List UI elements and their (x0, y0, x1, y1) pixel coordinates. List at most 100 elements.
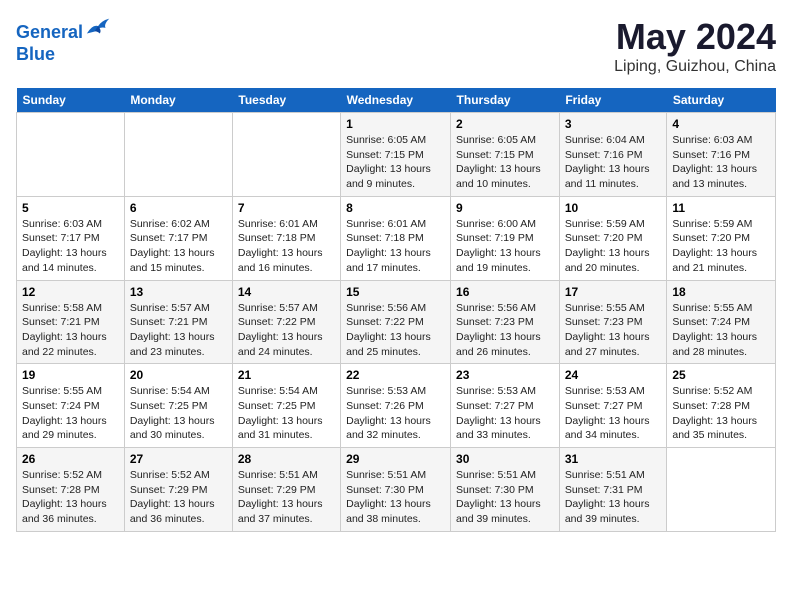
calendar-cell: 6 Sunrise: 6:02 AM Sunset: 7:17 PM Daylig… (124, 196, 232, 280)
day-info: Sunrise: 5:52 AM Sunset: 7:28 PM Dayligh… (22, 468, 119, 527)
day-info: Sunrise: 5:52 AM Sunset: 7:28 PM Dayligh… (672, 384, 770, 443)
week-row-3: 12 Sunrise: 5:58 AM Sunset: 7:21 PM Dayli… (17, 280, 776, 364)
day-number: 4 (672, 117, 770, 131)
day-info: Sunrise: 5:54 AM Sunset: 7:25 PM Dayligh… (130, 384, 227, 443)
calendar-cell: 20 Sunrise: 5:54 AM Sunset: 7:25 PM Dayli… (124, 364, 232, 448)
calendar-cell: 8 Sunrise: 6:01 AM Sunset: 7:18 PM Daylig… (341, 196, 451, 280)
calendar-cell: 27 Sunrise: 5:52 AM Sunset: 7:29 PM Dayli… (124, 448, 232, 532)
day-number: 5 (22, 201, 119, 215)
day-header-sunday: Sunday (17, 88, 125, 113)
day-number: 26 (22, 452, 119, 466)
day-number: 16 (456, 285, 554, 299)
day-info: Sunrise: 5:53 AM Sunset: 7:27 PM Dayligh… (456, 384, 554, 443)
calendar-cell: 31Sunrise: 5:51 AM Sunset: 7:31 PM Dayli… (559, 448, 667, 532)
day-number: 9 (456, 201, 554, 215)
day-info: Sunrise: 5:56 AM Sunset: 7:23 PM Dayligh… (456, 301, 554, 360)
calendar-cell (17, 113, 125, 197)
calendar-cell: 25 Sunrise: 5:52 AM Sunset: 7:28 PM Dayli… (667, 364, 776, 448)
day-info: Sunrise: 5:55 AM Sunset: 7:24 PM Dayligh… (672, 301, 770, 360)
calendar-cell: 10Sunrise: 5:59 AM Sunset: 7:20 PM Dayli… (559, 196, 667, 280)
week-row-2: 5 Sunrise: 6:03 AM Sunset: 7:17 PM Daylig… (17, 196, 776, 280)
day-number: 31 (565, 452, 662, 466)
day-info: Sunrise: 5:51 AM Sunset: 7:30 PM Dayligh… (456, 468, 554, 527)
day-number: 8 (346, 201, 445, 215)
day-header-wednesday: Wednesday (341, 88, 451, 113)
day-header-monday: Monday (124, 88, 232, 113)
calendar-table: SundayMondayTuesdayWednesdayThursdayFrid… (16, 88, 776, 532)
day-number: 20 (130, 368, 227, 382)
day-info: Sunrise: 5:53 AM Sunset: 7:26 PM Dayligh… (346, 384, 445, 443)
day-number: 19 (22, 368, 119, 382)
calendar-cell: 13 Sunrise: 5:57 AM Sunset: 7:21 PM Dayli… (124, 280, 232, 364)
day-info: Sunrise: 5:51 AM Sunset: 7:29 PM Dayligh… (238, 468, 335, 527)
calendar-cell: 21Sunrise: 5:54 AM Sunset: 7:25 PM Dayli… (232, 364, 340, 448)
calendar-cell: 12 Sunrise: 5:58 AM Sunset: 7:21 PM Dayli… (17, 280, 125, 364)
day-number: 12 (22, 285, 119, 299)
day-info: Sunrise: 6:05 AM Sunset: 7:15 PM Dayligh… (346, 133, 445, 192)
day-info: Sunrise: 5:51 AM Sunset: 7:30 PM Dayligh… (346, 468, 445, 527)
calendar-cell: 26 Sunrise: 5:52 AM Sunset: 7:28 PM Dayli… (17, 448, 125, 532)
logo: General Blue (16, 16, 113, 65)
day-number: 21 (238, 368, 335, 382)
main-title: May 2024 (614, 16, 776, 58)
week-row-1: 1 Sunrise: 6:05 AM Sunset: 7:15 PM Daylig… (17, 113, 776, 197)
day-number: 3 (565, 117, 662, 131)
calendar-cell: 1 Sunrise: 6:05 AM Sunset: 7:15 PM Daylig… (341, 113, 451, 197)
calendar-cell (232, 113, 340, 197)
day-number: 27 (130, 452, 227, 466)
calendar-cell: 23 Sunrise: 5:53 AM Sunset: 7:27 PM Dayli… (451, 364, 560, 448)
calendar-cell (124, 113, 232, 197)
day-number: 1 (346, 117, 445, 131)
day-number: 13 (130, 285, 227, 299)
calendar-cell: 3 Sunrise: 6:04 AM Sunset: 7:16 PM Daylig… (559, 113, 667, 197)
calendar-cell: 24Sunrise: 5:53 AM Sunset: 7:27 PM Dayli… (559, 364, 667, 448)
calendar-cell: 18 Sunrise: 5:55 AM Sunset: 7:24 PM Dayli… (667, 280, 776, 364)
days-header-row: SundayMondayTuesdayWednesdayThursdayFrid… (17, 88, 776, 113)
day-number: 6 (130, 201, 227, 215)
day-number: 2 (456, 117, 554, 131)
day-info: Sunrise: 5:52 AM Sunset: 7:29 PM Dayligh… (130, 468, 227, 527)
calendar-cell: 19 Sunrise: 5:55 AM Sunset: 7:24 PM Dayli… (17, 364, 125, 448)
day-info: Sunrise: 5:58 AM Sunset: 7:21 PM Dayligh… (22, 301, 119, 360)
day-info: Sunrise: 5:55 AM Sunset: 7:23 PM Dayligh… (565, 301, 662, 360)
day-info: Sunrise: 6:05 AM Sunset: 7:15 PM Dayligh… (456, 133, 554, 192)
calendar-cell: 2 Sunrise: 6:05 AM Sunset: 7:15 PM Daylig… (451, 113, 560, 197)
calendar-cell: 14Sunrise: 5:57 AM Sunset: 7:22 PM Dayli… (232, 280, 340, 364)
day-number: 17 (565, 285, 662, 299)
day-number: 25 (672, 368, 770, 382)
day-info: Sunrise: 6:03 AM Sunset: 7:17 PM Dayligh… (22, 217, 119, 276)
day-number: 10 (565, 201, 662, 215)
calendar-cell: 7 Sunrise: 6:01 AM Sunset: 7:18 PM Daylig… (232, 196, 340, 280)
logo-text: General Blue (16, 16, 113, 65)
day-number: 11 (672, 201, 770, 215)
day-info: Sunrise: 6:01 AM Sunset: 7:18 PM Dayligh… (238, 217, 335, 276)
day-info: Sunrise: 5:57 AM Sunset: 7:21 PM Dayligh… (130, 301, 227, 360)
subtitle: Liping, Guizhou, China (614, 58, 776, 76)
day-info: Sunrise: 6:01 AM Sunset: 7:18 PM Dayligh… (346, 217, 445, 276)
week-row-4: 19 Sunrise: 5:55 AM Sunset: 7:24 PM Dayli… (17, 364, 776, 448)
day-number: 23 (456, 368, 554, 382)
day-info: Sunrise: 6:02 AM Sunset: 7:17 PM Dayligh… (130, 217, 227, 276)
title-block: May 2024 Liping, Guizhou, China (614, 16, 776, 76)
day-number: 18 (672, 285, 770, 299)
day-number: 30 (456, 452, 554, 466)
calendar-cell: 22 Sunrise: 5:53 AM Sunset: 7:26 PM Dayli… (341, 364, 451, 448)
page-header: General Blue May 2024 Liping, Guizhou, C… (16, 16, 776, 76)
day-header-saturday: Saturday (667, 88, 776, 113)
calendar-cell (667, 448, 776, 532)
calendar-cell: 9Sunrise: 6:00 AM Sunset: 7:19 PM Daylig… (451, 196, 560, 280)
day-header-thursday: Thursday (451, 88, 560, 113)
day-number: 7 (238, 201, 335, 215)
day-number: 29 (346, 452, 445, 466)
day-info: Sunrise: 5:57 AM Sunset: 7:22 PM Dayligh… (238, 301, 335, 360)
day-info: Sunrise: 6:03 AM Sunset: 7:16 PM Dayligh… (672, 133, 770, 192)
day-info: Sunrise: 5:55 AM Sunset: 7:24 PM Dayligh… (22, 384, 119, 443)
day-number: 22 (346, 368, 445, 382)
day-info: Sunrise: 5:56 AM Sunset: 7:22 PM Dayligh… (346, 301, 445, 360)
logo-bird-icon (85, 16, 113, 38)
day-header-friday: Friday (559, 88, 667, 113)
week-row-5: 26 Sunrise: 5:52 AM Sunset: 7:28 PM Dayli… (17, 448, 776, 532)
day-number: 24 (565, 368, 662, 382)
day-header-tuesday: Tuesday (232, 88, 340, 113)
day-info: Sunrise: 6:04 AM Sunset: 7:16 PM Dayligh… (565, 133, 662, 192)
